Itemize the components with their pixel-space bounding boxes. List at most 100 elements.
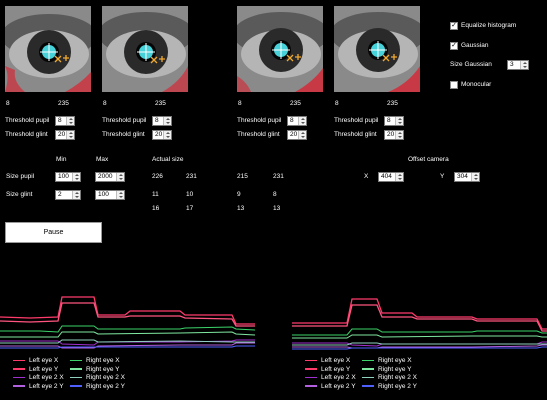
- spin-arrows-icon[interactable]: [72, 191, 80, 199]
- hist-low-value: 8: [238, 100, 242, 107]
- size-gaussian-stepper[interactable]: 3: [507, 60, 529, 70]
- monocular-checkbox[interactable]: [450, 81, 458, 89]
- legend-item: Right eye X: [70, 357, 120, 365]
- threshold-pupil-stepper[interactable]: 8: [152, 116, 172, 126]
- equalize-histogram-checkbox[interactable]: ✓: [450, 22, 458, 30]
- actual-size-value: 231: [186, 173, 197, 180]
- eye-image: [5, 6, 91, 92]
- spin-arrows-icon[interactable]: [520, 61, 528, 69]
- hist-high-value: 235: [155, 100, 166, 107]
- trace-right-eye-x: [0, 325, 255, 333]
- actual-size-value: 8: [273, 191, 277, 198]
- size-pupil-min-stepper[interactable]: 100: [55, 172, 81, 182]
- legend-item: Right eye Y: [362, 366, 411, 374]
- legend-swatch: [305, 376, 317, 379]
- offset-x-stepper[interactable]: 404: [378, 172, 404, 182]
- legend-item: Right eye 2 X: [70, 374, 125, 382]
- spin-arrows-icon[interactable]: [471, 173, 479, 181]
- threshold-glint-stepper[interactable]: 20: [55, 130, 75, 140]
- legend-item: Right eye 2 Y: [70, 383, 125, 391]
- actual-size-header: Actual size: [152, 156, 184, 163]
- legend-item: Left eye Y: [13, 366, 58, 374]
- legend-swatch: [362, 359, 374, 362]
- legend-label: Right eye 2 Y: [378, 382, 417, 390]
- legend-label: Left eye X: [29, 357, 59, 364]
- legend-item: Right eye Y: [70, 366, 119, 374]
- threshold-glint-label: Threshold glint: [102, 131, 145, 138]
- threshold-pupil-stepper[interactable]: 8: [287, 116, 307, 126]
- min-header: Min: [56, 156, 67, 163]
- spin-arrows-icon[interactable]: [163, 117, 171, 125]
- threshold-glint-stepper[interactable]: 20: [384, 130, 404, 140]
- gaussian-label: Gaussian: [461, 42, 489, 49]
- legend-label: Right eye 2 X: [86, 374, 126, 381]
- threshold-glint-label: Threshold glint: [334, 131, 377, 138]
- legend-label: Right eye X: [378, 357, 412, 364]
- spin-arrows-icon[interactable]: [163, 131, 171, 139]
- spin-arrows-icon[interactable]: [116, 173, 124, 181]
- legend-item: Right eye 2 Y: [362, 383, 417, 391]
- eye-image: [334, 6, 420, 92]
- size-glint-label: Size glint: [6, 191, 33, 198]
- legend-swatch: [70, 359, 82, 362]
- actual-size-value: 17: [186, 205, 194, 212]
- offset-y-label: Y: [440, 173, 445, 180]
- offset-y-stepper[interactable]: 304: [454, 172, 480, 182]
- monocular-label: Monocular: [461, 81, 492, 88]
- spin-arrows-icon[interactable]: [298, 131, 306, 139]
- hist-high-value: 235: [58, 100, 69, 107]
- spin-arrows-icon[interactable]: [395, 131, 403, 139]
- max-header: Max: [96, 156, 109, 163]
- actual-size-value: 11: [152, 191, 159, 198]
- legend-label: Right eye Y: [86, 365, 120, 373]
- threshold-glint-stepper[interactable]: 20: [287, 130, 307, 140]
- eye-image: [102, 6, 188, 92]
- legend-label: Left eye 2 X: [321, 374, 356, 381]
- spin-arrows-icon[interactable]: [72, 173, 80, 181]
- size-pupil-max-stepper[interactable]: 2000: [95, 172, 125, 182]
- legend-label: Left eye 2 Y: [321, 382, 356, 390]
- spin-arrows-icon[interactable]: [395, 117, 403, 125]
- legend-item: Right eye 2 X: [362, 374, 417, 382]
- trace-right-eye-x: [292, 328, 547, 336]
- legend-swatch: [13, 368, 25, 370]
- threshold-glint-stepper[interactable]: 20: [152, 130, 172, 140]
- legend-label: Left eye 2 Y: [29, 382, 64, 390]
- legend-item: Left eye 2 Y: [13, 383, 64, 391]
- spin-arrows-icon[interactable]: [116, 191, 124, 199]
- legend-swatch: [362, 368, 374, 370]
- pause-button[interactable]: Pause: [5, 222, 102, 243]
- legend-item: Left eye 2 X: [13, 374, 64, 382]
- threshold-glint-label: Threshold glint: [237, 131, 280, 138]
- spin-arrows-icon[interactable]: [66, 131, 74, 139]
- spin-arrows-icon[interactable]: [66, 117, 74, 125]
- threshold-pupil-label: Threshold pupil: [334, 117, 379, 124]
- trace-left-eye-x: [0, 296, 255, 325]
- threshold-pupil-label: Threshold pupil: [102, 117, 147, 124]
- eye-view-3: [237, 6, 323, 92]
- size-gaussian-label: Size Gaussian: [450, 61, 492, 68]
- size-pupil-label: Size pupil: [6, 173, 35, 180]
- legend-label: Right eye Y: [378, 365, 412, 373]
- eye-image: [237, 6, 323, 92]
- legend-swatch: [13, 385, 25, 387]
- legend-swatch: [362, 385, 374, 387]
- legend-swatch: [70, 385, 82, 387]
- spin-arrows-icon[interactable]: [395, 173, 403, 181]
- actual-size-value: 226: [152, 173, 163, 180]
- threshold-pupil-stepper[interactable]: 8: [384, 116, 404, 126]
- eye-view-1: [5, 6, 91, 92]
- legend-label: Left eye Y: [29, 365, 59, 373]
- size-glint-min-stepper[interactable]: 2: [55, 190, 81, 200]
- gaussian-checkbox[interactable]: ✓: [450, 42, 458, 50]
- offset-x-label: X: [364, 173, 369, 180]
- trace-plot-right: [292, 298, 547, 350]
- spin-arrows-icon[interactable]: [298, 117, 306, 125]
- offset-camera-title: Offset camera: [408, 156, 449, 163]
- legend-item: Left eye 2 X: [305, 374, 356, 382]
- legend-swatch: [13, 376, 25, 379]
- threshold-pupil-stepper[interactable]: 8: [55, 116, 75, 126]
- actual-size-value: 215: [237, 173, 248, 180]
- legend-swatch: [305, 359, 317, 362]
- size-glint-max-stepper[interactable]: 100: [95, 190, 125, 200]
